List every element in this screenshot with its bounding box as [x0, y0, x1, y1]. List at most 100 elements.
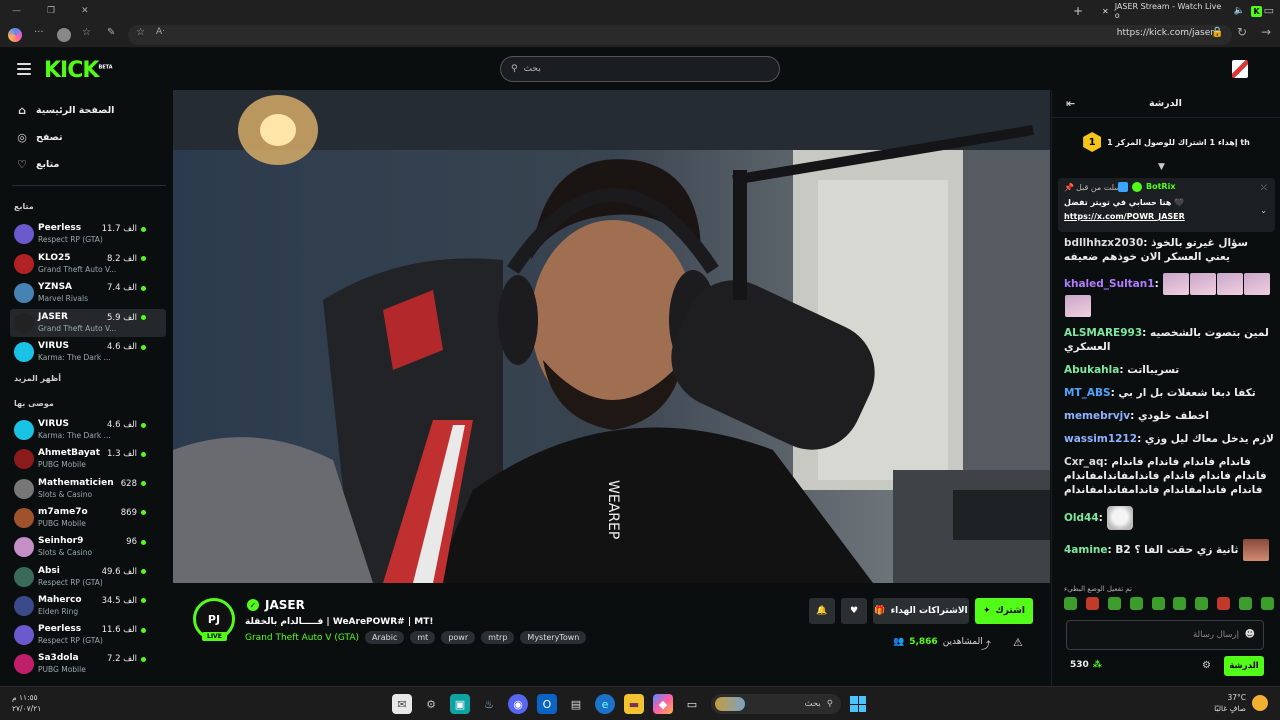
- chat-username[interactable]: Cxr_aq: [1064, 456, 1104, 468]
- emote-icon[interactable]: [1217, 597, 1231, 610]
- sidebar-channel[interactable]: Mathematicien Slots & Casino 628: [10, 475, 166, 503]
- tag-chip[interactable]: Arabic: [365, 631, 405, 644]
- emote-icon[interactable]: [1129, 597, 1143, 610]
- sidebar-channel[interactable]: Peerless Respect RP (GTA) 11.7 الف: [10, 220, 166, 248]
- sidebar-channel[interactable]: AhmetBayat PUBG Mobile 1.3 الف: [10, 445, 166, 473]
- emote-icon[interactable]: [1195, 597, 1209, 610]
- emote-icon[interactable]: [1085, 597, 1099, 610]
- category-link[interactable]: Grand Theft Auto V (GTA): [245, 633, 359, 643]
- emote-icon[interactable]: [1239, 597, 1252, 610]
- clock[interactable]: ١١:٥٥ م ٢٧/٠٧/٢١: [12, 692, 41, 714]
- nav-browse[interactable]: ◎ تصفح: [16, 129, 62, 145]
- emoji-picker-icon[interactable]: ☻: [1245, 629, 1255, 640]
- pinned-user[interactable]: BotRix: [1146, 182, 1175, 191]
- menu-icon[interactable]: [17, 63, 31, 75]
- sidebar-channel[interactable]: Peerless Respect RP (GTA) 11.6 الف: [10, 621, 166, 649]
- refresh-icon[interactable]: ↻: [1237, 25, 1247, 39]
- sidebar-channel[interactable]: Absi Respect RP (GTA) 49.6 الف: [10, 563, 166, 591]
- channel-name[interactable]: JASER: [265, 598, 305, 612]
- settings-icon[interactable]: ⚙: [421, 694, 441, 714]
- outlook-icon[interactable]: O: [537, 694, 557, 714]
- unpin-icon[interactable]: ⤫: [1261, 183, 1267, 193]
- store-icon[interactable]: ▣: [450, 694, 470, 714]
- sidebar-channel[interactable]: YZNSA Marvel Rivals 7.4 الف: [10, 279, 166, 307]
- copilot-icon[interactable]: [8, 28, 22, 42]
- chat-settings-icon[interactable]: ⚙: [1202, 660, 1211, 671]
- taskbar-search[interactable]: بحث ⚲: [711, 694, 841, 714]
- sidebar-channel[interactable]: Sa3dola PUBG Mobile 7.2 الف: [10, 650, 166, 678]
- copilot-app-icon[interactable]: ◆: [653, 694, 673, 714]
- user-avatar[interactable]: [1232, 60, 1248, 78]
- more-icon[interactable]: ···: [34, 27, 44, 38]
- show-more-link[interactable]: أظهر المزيد: [14, 374, 61, 383]
- pinned-link[interactable]: https://x.com/POWR_JASER: [1064, 212, 1185, 221]
- tag-chip[interactable]: powr: [441, 631, 476, 644]
- file-explorer-icon[interactable]: ▬: [624, 694, 644, 714]
- expand-pin-icon[interactable]: ⌄: [1260, 206, 1267, 215]
- chat-username[interactable]: wassim1212: [1064, 433, 1137, 445]
- gift-subs-button[interactable]: 🎁 الاشتراكات الهداء: [873, 598, 969, 624]
- notification-bell-button[interactable]: 🔔: [809, 598, 835, 624]
- url-box[interactable]: [128, 25, 1232, 45]
- chat-username[interactable]: Old44: [1064, 512, 1099, 524]
- video-player[interactable]: WEAREP: [173, 90, 1050, 583]
- chat-username[interactable]: khaled_Sultan1: [1064, 278, 1155, 290]
- windows-start-icon[interactable]: [850, 696, 866, 712]
- calculator-icon[interactable]: ▤: [566, 694, 586, 714]
- nav-home[interactable]: ⌂ الصفحة الرئيسية: [16, 102, 114, 118]
- steam-icon[interactable]: ♨: [479, 694, 499, 714]
- report-icon[interactable]: ⚠: [1013, 636, 1023, 649]
- favorite-star-icon[interactable]: ☆: [136, 27, 145, 38]
- new-tab-icon[interactable]: +: [1073, 4, 1083, 18]
- collections-icon[interactable]: ☆: [82, 27, 91, 38]
- restore-icon[interactable]: ❐: [47, 6, 55, 16]
- emote-icon[interactable]: [1173, 597, 1187, 610]
- tag-chip[interactable]: mt: [410, 631, 436, 644]
- discord-icon[interactable]: ◉: [508, 694, 528, 714]
- emote-icon[interactable]: [1151, 597, 1165, 610]
- chat-input[interactable]: إرسال رسالة ☻: [1066, 620, 1264, 650]
- edge-icon[interactable]: e: [595, 694, 615, 714]
- sidebar-channel[interactable]: Maherco Elden Ring 34.5 الف: [10, 592, 166, 620]
- subscribe-button[interactable]: ✦ اشترك: [975, 598, 1033, 624]
- mail-icon[interactable]: ✉: [392, 694, 412, 714]
- sidebar-channel[interactable]: m7ame7o PUBG Mobile 869: [10, 504, 166, 532]
- chat-username[interactable]: memebrvjv: [1064, 410, 1130, 422]
- emote-icon[interactable]: [1107, 597, 1121, 610]
- read-aloud-icon[interactable]: Aᐧ: [156, 27, 164, 37]
- browser-tab[interactable]: ✕ JASER Stream - Watch Live o 🔈 K: [1102, 0, 1262, 22]
- kick-logo[interactable]: KICKBETA: [44, 58, 113, 83]
- collapse-chat-icon[interactable]: ⇤: [1066, 97, 1075, 110]
- forward-icon[interactable]: →: [1261, 25, 1271, 39]
- sidebar-channel[interactable]: JASER Grand Theft Auto V... 5.9 الف: [10, 308, 166, 337]
- window-icon[interactable]: ▭: [682, 694, 702, 714]
- chat-username[interactable]: Abukahla: [1064, 364, 1119, 376]
- url-text[interactable]: https://kick.com/jaser: [1117, 28, 1214, 38]
- close-window-icon[interactable]: ✕: [81, 6, 89, 16]
- chat-username[interactable]: ALSMARE993: [1064, 327, 1142, 339]
- emote-icon[interactable]: [1064, 597, 1077, 610]
- nav-following[interactable]: ♡ متابع: [16, 156, 59, 172]
- sidebar-channel[interactable]: KLO25 Grand Theft Auto V... 8.2 الف: [10, 250, 166, 278]
- chat-username[interactable]: bdllhhzx2030: [1064, 237, 1143, 249]
- tab-mute-icon[interactable]: 🔈: [1234, 6, 1245, 16]
- extensions-icon[interactable]: ✎: [107, 27, 115, 38]
- sidebar-channel[interactable]: VIRUS Karma: The Dark ... 4.6 الف: [10, 338, 166, 366]
- weather-widget[interactable]: 37°C صافٍ غالبًا: [1214, 692, 1268, 714]
- follow-button[interactable]: ♥: [841, 598, 867, 624]
- share-icon[interactable]: ⤴: [981, 637, 991, 652]
- send-chat-button[interactable]: الدرشة: [1224, 656, 1264, 676]
- chat-username[interactable]: MT_ABS: [1064, 387, 1111, 399]
- tag-chip[interactable]: mtrp: [481, 631, 515, 644]
- channel-points[interactable]: 530 ⁂: [1070, 660, 1102, 670]
- search-input[interactable]: ⚲ بحث: [500, 56, 780, 82]
- emote-icon[interactable]: [1260, 597, 1274, 610]
- sidebar-channel[interactable]: VIRUS Karma: The Dark ... 4.6 الف: [10, 416, 166, 444]
- minimize-icon[interactable]: —: [12, 6, 21, 16]
- chat-username[interactable]: 4amine: [1064, 544, 1108, 556]
- tag-chip[interactable]: MysteryTown: [520, 631, 587, 644]
- sidebar-channel[interactable]: Seinhor9 Slots & Casino 96: [10, 533, 166, 561]
- tab-actions-icon[interactable]: ▭: [1264, 4, 1274, 17]
- profile-icon[interactable]: [57, 28, 71, 42]
- tab-close-icon[interactable]: ✕: [1102, 7, 1109, 16]
